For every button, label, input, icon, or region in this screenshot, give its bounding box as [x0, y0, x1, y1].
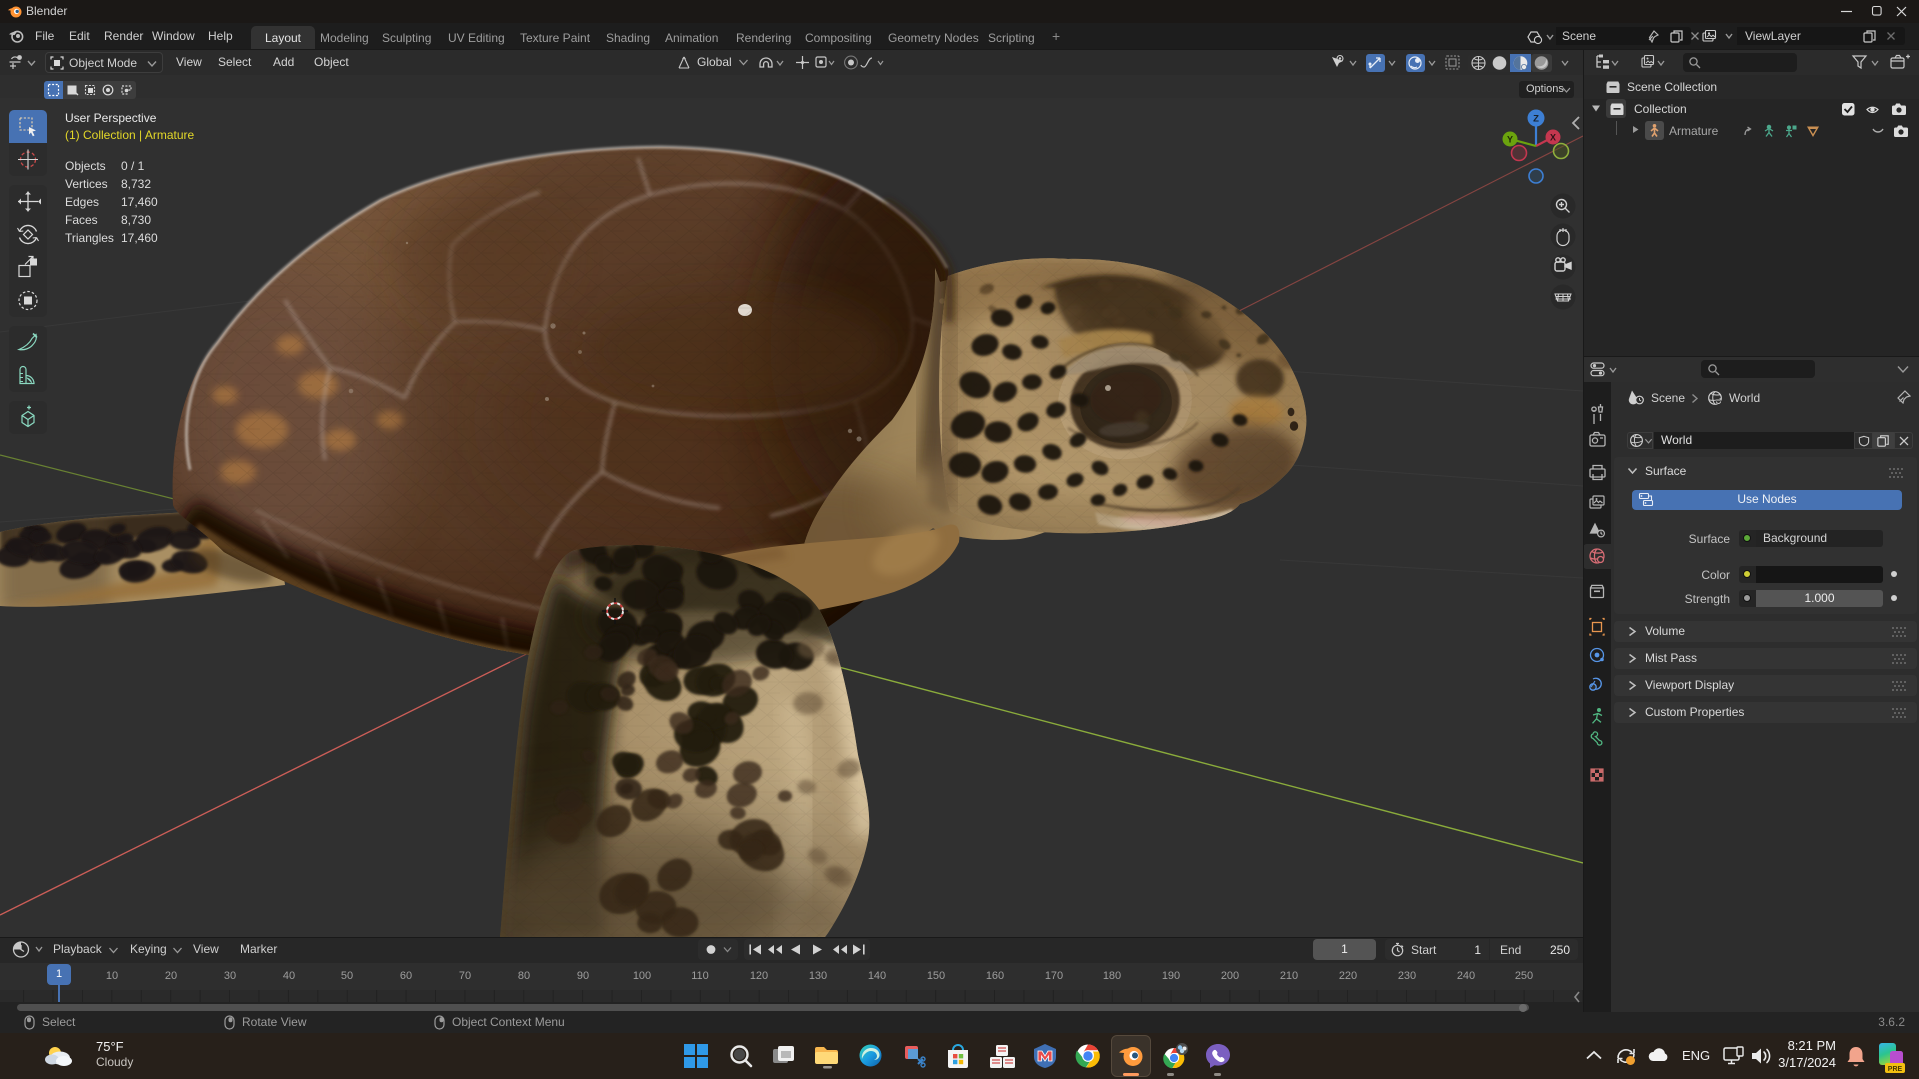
svg-text:X: X: [1550, 133, 1556, 143]
svg-text:Y: Y: [1507, 135, 1513, 145]
svg-text:PRE: PRE: [1888, 1066, 1903, 1073]
svg-text:Z: Z: [1533, 114, 1539, 125]
